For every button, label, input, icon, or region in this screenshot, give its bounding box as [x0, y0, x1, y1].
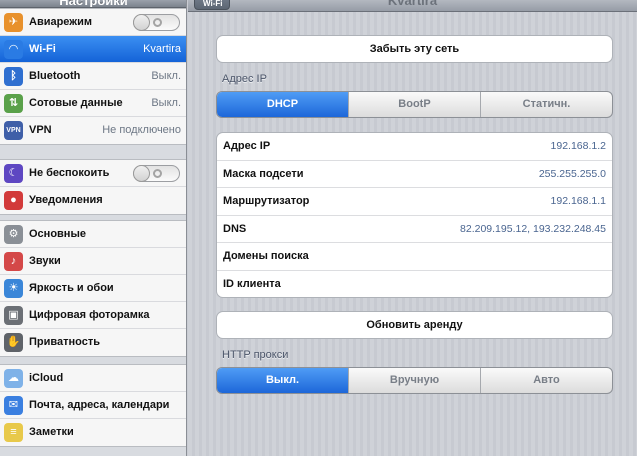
sidebar-header: Настройки — [0, 0, 186, 8]
table-row[interactable]: Маска подсети 255.255.255.0 — [217, 161, 612, 188]
sidebar-group-accounts: ☁ iCloud ✉ Почта, адреса, календари ≡ Заметки — [0, 364, 186, 447]
table-row[interactable]: DNS 82.209.195.12, 193.232.248.45 — [217, 216, 612, 243]
airplane-icon: ✈ — [4, 13, 23, 32]
sidebar-item-label: Уведомления — [29, 194, 103, 206]
sidebar-item-vpn[interactable]: VPN VPN Не подключено — [0, 117, 186, 144]
row-value: 192.168.1.1 — [550, 195, 606, 207]
sidebar-item-mail[interactable]: ✉ Почта, адреса, календари — [0, 392, 186, 419]
table-row[interactable]: Маршрутизатор 192.168.1.1 — [217, 188, 612, 216]
row-value: 255.255.255.0 — [538, 167, 606, 180]
sidebar-item-label: Почта, адреса, календари — [29, 399, 170, 411]
sidebar-item-photo-frame[interactable]: ▣ Цифровая фоторамка — [0, 302, 186, 329]
sidebar-item-speaker[interactable]: ♪ Звуки — [0, 248, 186, 275]
sidebar-item-label: Wi-Fi — [29, 43, 56, 55]
sidebar-item-hand[interactable]: ✋ Приватность — [0, 329, 186, 356]
sidebar-item-label: Яркость и обои — [29, 282, 114, 294]
sidebar-group-notifications: ☾ Не беспокоить ● Уведомления — [0, 159, 186, 215]
sidebar-item-cellular[interactable]: ⇅ Сотовые данные Выкл. — [0, 90, 186, 117]
page-title: Kvartira — [387, 0, 438, 8]
row-key: ID клиента — [223, 277, 281, 290]
renew-lease-button[interactable]: Обновить аренду — [216, 311, 613, 339]
forget-network-button[interactable]: Забыть эту сеть — [216, 35, 613, 63]
moon-icon: ☾ — [4, 164, 23, 183]
switch-off-indicator — [153, 18, 162, 27]
table-row[interactable]: Адрес IP 192.168.1.2 — [217, 133, 612, 161]
row-value: 82.209.195.12, 193.232.248.45 — [460, 222, 606, 235]
sidebar-item-label: Звуки — [29, 255, 61, 267]
sidebar-item-value: Kvartira — [143, 43, 181, 55]
row-key: Адрес IP — [223, 140, 271, 152]
hand-icon: ✋ — [4, 333, 23, 352]
ip-mode-option[interactable]: DHCP — [217, 92, 348, 117]
sidebar-item-airplane[interactable]: ✈ Авиарежим — [0, 9, 186, 36]
row-value: 192.168.1.2 — [550, 140, 606, 152]
proxy-mode-segmented-control: Выкл. Вручную Авто — [216, 367, 613, 394]
proxy-mode-option[interactable]: Вручную — [348, 368, 480, 393]
switch-knob[interactable] — [133, 14, 150, 31]
sidebar-item-label: Bluetooth — [29, 70, 81, 82]
cellular-icon: ⇅ — [4, 94, 23, 113]
toggle-switch[interactable] — [133, 14, 180, 31]
brightness-icon: ☀ — [4, 279, 23, 298]
sidebar-item-label: Не беспокоить — [29, 167, 110, 179]
bluetooth-icon: ᛒ — [4, 67, 23, 86]
photo-frame-icon: ▣ — [4, 306, 23, 325]
sidebar-item-label: Приватность — [29, 336, 100, 348]
wifi-icon: ◠ — [4, 40, 23, 59]
ip-mode-segmented-control: DHCP BootP Статичн. — [216, 91, 613, 118]
proxy-mode-option[interactable]: Авто — [480, 368, 612, 393]
sidebar-item-wifi[interactable]: ◠ Wi-Fi Kvartira — [0, 36, 186, 63]
sidebar-item-label: Авиарежим — [29, 16, 92, 28]
sidebar-item-moon[interactable]: ☾ Не беспокоить — [0, 160, 186, 187]
notes-icon: ≡ — [4, 423, 23, 442]
cloud-icon: ☁ — [4, 369, 23, 388]
ip-section-label: Адрес IP — [222, 73, 267, 85]
mail-icon: ✉ — [4, 396, 23, 415]
proxy-mode-option[interactable]: Выкл. — [217, 368, 348, 393]
sidebar-item-gear[interactable]: ⚙ Основные — [0, 221, 186, 248]
switch-knob[interactable] — [133, 165, 150, 182]
sidebar-item-value: Выкл. — [151, 70, 181, 82]
gear-icon: ⚙ — [4, 225, 23, 244]
vpn-icon: VPN — [4, 121, 23, 140]
proxy-section-label: HTTP прокси — [222, 349, 289, 361]
ip-info-table: Адрес IP 192.168.1.2 Маска подсети 255.255.… — [216, 132, 613, 298]
sidebar-item-label: Сотовые данные — [29, 97, 123, 109]
sidebar-title: Настройки — [59, 0, 128, 8]
row-key: Маска подсети — [223, 167, 304, 180]
sidebar-group-connectivity: ✈ Авиарежим ◠ Wi-Fi Kvartira ᛒ Bluetooth Выкл. ⇅… — [0, 8, 186, 145]
sidebar-item-label: VPN — [29, 124, 52, 136]
sidebar-item-label: Цифровая фоторамка — [29, 309, 150, 321]
sidebar-item-label: Основные — [29, 228, 86, 240]
table-row[interactable]: ID клиента — [217, 271, 612, 298]
sidebar-item-cloud[interactable]: ☁ iCloud — [0, 365, 186, 392]
sidebar-item-bluetooth[interactable]: ᛒ Bluetooth Выкл. — [0, 63, 186, 90]
notifications-icon: ● — [4, 191, 23, 210]
detail-header: Wi-Fi Kvartira — [188, 0, 637, 12]
switch-off-indicator — [153, 169, 162, 178]
ip-mode-option[interactable]: Статичн. — [480, 92, 612, 117]
sidebar-group-general: ⚙ Основные ♪ Звуки ☀ Яркость и обои ▣ Цифровая … — [0, 220, 186, 357]
row-key: Маршрутизатор — [223, 195, 310, 207]
ip-mode-option[interactable]: BootP — [348, 92, 480, 117]
sidebar-item-notifications[interactable]: ● Уведомления — [0, 187, 186, 214]
sidebar-item-label: Заметки — [29, 426, 74, 438]
sidebar-item-brightness[interactable]: ☀ Яркость и обои — [0, 275, 186, 302]
speaker-icon: ♪ — [4, 252, 23, 271]
sidebar-item-notes[interactable]: ≡ Заметки — [0, 419, 186, 446]
row-key: Домены поиска — [223, 250, 309, 262]
toggle-switch[interactable] — [133, 165, 180, 182]
sidebar-item-value: Выкл. — [151, 97, 181, 109]
sidebar-item-label: iCloud — [29, 372, 64, 384]
wifi-detail-pane: Wi-Fi Kvartira Забыть эту сеть Адрес IP … — [188, 0, 637, 456]
settings-sidebar: Настройки ✈ Авиарежим ◠ Wi-Fi Kvartira ᛒ Bluet… — [0, 0, 187, 456]
table-row[interactable]: Домены поиска — [217, 243, 612, 271]
sidebar-item-value: Не подключено — [102, 124, 181, 136]
row-key: DNS — [223, 222, 247, 235]
